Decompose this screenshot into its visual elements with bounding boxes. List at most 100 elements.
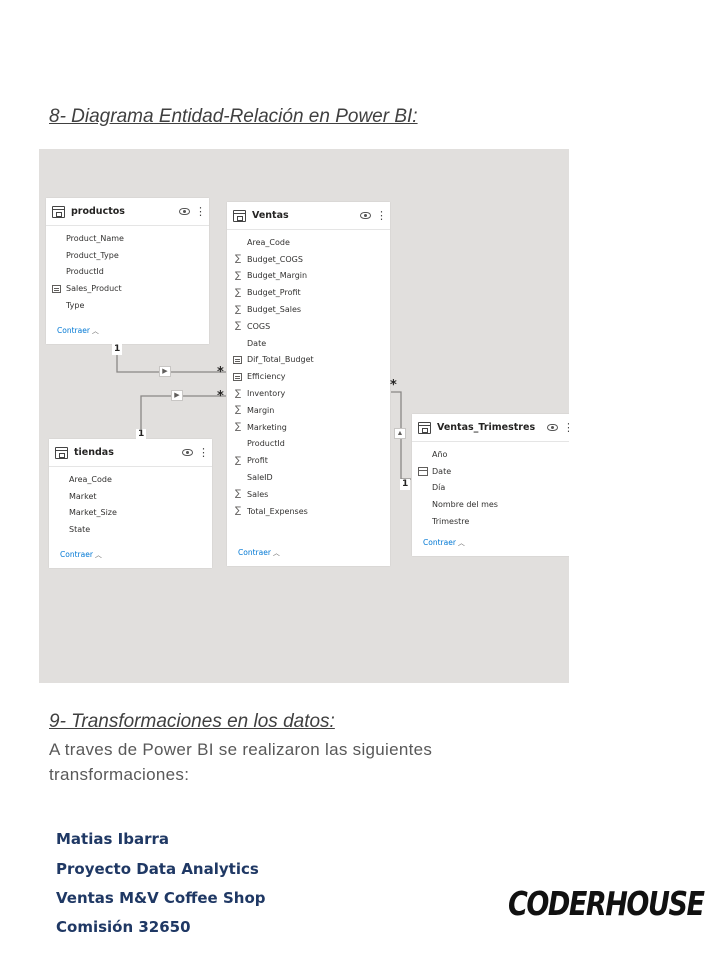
section-8-heading: 8- Diagrama Entidad-Relación en Power BI… [49, 106, 418, 127]
project-subject: Ventas M&V Coffee Shop [56, 889, 266, 907]
field-label: Date [432, 466, 452, 476]
section-9-paragraph: A traves de Power BI se realizaron las s… [49, 740, 433, 784]
table-card-tiendas[interactable]: tiendas ⋮ Area_Code Market Market_Size Stat… [49, 439, 212, 568]
table-card-ventas[interactable]: Ventas ⋮ Area_Code ∑ Budget_COGS ∑ Budget_Ma… [227, 202, 390, 566]
table-icon [55, 446, 68, 459]
field-label: Marketing [247, 422, 287, 432]
link-productos-ventas [116, 345, 226, 373]
crossfilter-direction-icon[interactable]: ▶ [159, 366, 171, 377]
field-label: Area_Code [247, 237, 290, 247]
sigma-icon: ∑ [234, 506, 242, 517]
sigma-icon: ∑ [234, 270, 242, 281]
project-name: Proyecto Data Analytics [56, 860, 259, 878]
field-row[interactable]: ∑ Total_Expenses [227, 503, 390, 520]
calculated-icon [233, 372, 242, 381]
sigma-icon: ∑ [234, 287, 242, 298]
sigma-icon: ∑ [234, 455, 242, 466]
section-9-heading: 9- Transformaciones en los datos: [49, 711, 335, 732]
collapse-link[interactable]: Contraer ︿ [423, 538, 465, 548]
field-row[interactable]: ∑ Budget_Profit [227, 284, 390, 301]
chevron-up-icon: ︿ [457, 539, 465, 547]
field-row[interactable]: ProductId [46, 264, 209, 281]
model-diagram-canvas[interactable]: productos ⋮ Product_Name Product_Type Prod… [39, 149, 569, 683]
field-row[interactable]: Area_Code [49, 471, 212, 488]
table-card-ventas-trimestres[interactable]: Ventas_Trimestres ⋮ Año Date Día Nombre del… [412, 414, 569, 556]
field-row[interactable]: ∑ Sales [227, 486, 390, 503]
calculated-icon [52, 284, 61, 293]
field-label: Dif_Total_Budget [247, 355, 314, 365]
field-row[interactable]: Area_Code [227, 234, 390, 251]
collapse-link[interactable]: Contraer ︿ [238, 548, 280, 558]
field-row[interactable]: ∑ Inventory [227, 385, 390, 402]
field-label: Market [69, 491, 97, 501]
collapse-link[interactable]: Contraer ︿ [57, 326, 99, 336]
collapse-link[interactable]: Contraer ︿ [60, 550, 102, 560]
field-row[interactable]: Product_Name [46, 230, 209, 247]
more-options-icon[interactable]: ⋮ [195, 206, 206, 217]
field-label: COGS [247, 321, 271, 331]
field-row[interactable]: Trimestre [412, 513, 569, 530]
field-row[interactable]: ∑ Profit [227, 452, 390, 469]
chevron-up-icon: ︿ [91, 327, 99, 335]
cardinality-many-ventas-1: * [217, 365, 224, 380]
table-title: tiendas [74, 447, 114, 458]
table-header[interactable]: Ventas_Trimestres ⋮ [412, 414, 569, 442]
field-row[interactable]: ∑ Margin [227, 402, 390, 419]
table-header[interactable]: productos ⋮ [46, 198, 209, 226]
field-row[interactable]: Dif_Total_Budget [227, 352, 390, 369]
eye-icon[interactable] [547, 424, 558, 431]
eye-icon[interactable] [182, 449, 193, 456]
field-row[interactable]: SaleID [227, 469, 390, 486]
cardinality-one-trimestres: 1 [400, 479, 411, 490]
table-title: Ventas [252, 210, 289, 221]
more-options-icon[interactable]: ⋮ [198, 447, 209, 458]
field-row[interactable]: Efficiency [227, 368, 390, 385]
field-row[interactable]: ∑ Marketing [227, 419, 390, 436]
field-label: State [69, 525, 91, 535]
field-row[interactable]: ∑ Budget_Margin [227, 268, 390, 285]
field-label: Budget_Profit [247, 288, 301, 298]
field-row[interactable]: Market [49, 488, 212, 505]
field-label: Total_Expenses [247, 506, 308, 516]
field-list: Area_Code ∑ Budget_COGS ∑ Budget_Margin ∑ Budg… [227, 230, 390, 520]
field-label: Sales [247, 489, 269, 499]
crossfilter-direction-icon[interactable]: ▶ [171, 390, 183, 401]
field-label: Profit [247, 456, 268, 466]
field-row[interactable]: Type [46, 297, 209, 314]
sigma-icon: ∑ [234, 304, 242, 315]
chevron-up-icon: ︿ [272, 549, 280, 557]
crossfilter-direction-icon[interactable]: ▲ [394, 428, 406, 439]
more-options-icon[interactable]: ⋮ [376, 210, 387, 221]
sigma-icon: ∑ [234, 489, 242, 500]
sigma-icon: ∑ [234, 254, 242, 265]
field-row[interactable]: ∑ Budget_COGS [227, 251, 390, 268]
calculated-icon [233, 355, 242, 364]
field-row[interactable]: Date [412, 463, 569, 480]
field-row[interactable]: State [49, 521, 212, 538]
more-options-icon[interactable]: ⋮ [563, 422, 569, 433]
field-row[interactable]: Market_Size [49, 505, 212, 522]
field-label: Año [432, 449, 448, 459]
field-label: ProductId [66, 267, 104, 277]
field-row[interactable]: Día [412, 480, 569, 497]
field-row[interactable]: Date [227, 335, 390, 352]
table-header[interactable]: tiendas ⋮ [49, 439, 212, 467]
field-row[interactable]: ProductId [227, 436, 390, 453]
field-list: Area_Code Market Market_Size State [49, 467, 212, 538]
eye-icon[interactable] [179, 208, 190, 215]
field-label: Product_Type [66, 250, 119, 260]
field-row[interactable]: Año [412, 446, 569, 463]
field-label: Efficiency [247, 372, 286, 382]
field-row[interactable]: Product_Type [46, 247, 209, 264]
cardinality-one-productos: 1 [112, 344, 123, 355]
table-title: Ventas_Trimestres [437, 422, 536, 433]
field-row[interactable]: Sales_Product [46, 280, 209, 297]
field-label: Nombre del mes [432, 500, 498, 510]
field-row[interactable]: ∑ Budget_Sales [227, 301, 390, 318]
table-header[interactable]: Ventas ⋮ [227, 202, 390, 230]
eye-icon[interactable] [360, 212, 371, 219]
field-row[interactable]: ∑ COGS [227, 318, 390, 335]
table-card-productos[interactable]: productos ⋮ Product_Name Product_Type Prod… [46, 198, 209, 344]
field-row[interactable]: Nombre del mes [412, 496, 569, 513]
link-tiendas-ventas [140, 395, 226, 437]
